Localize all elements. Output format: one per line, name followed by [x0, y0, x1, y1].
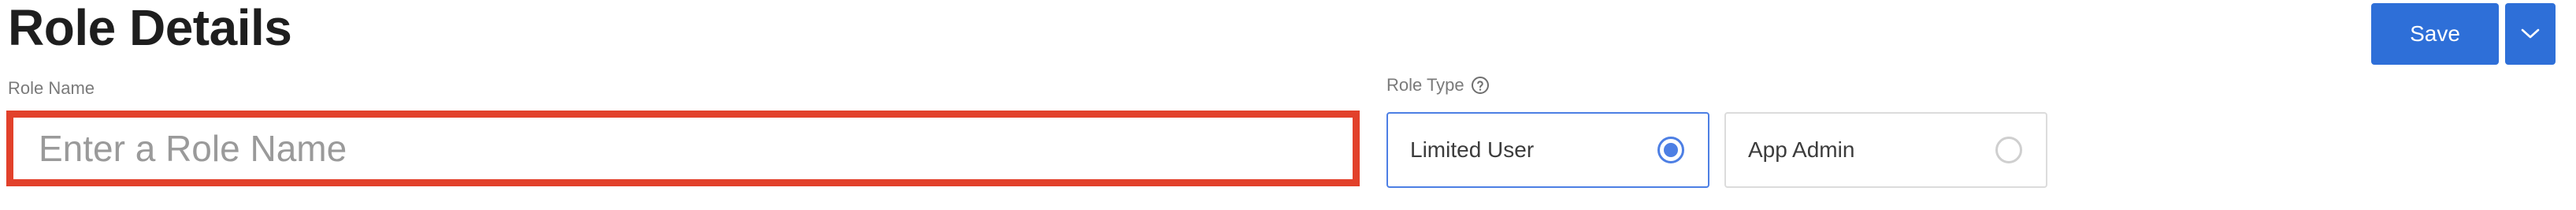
option-label: Limited User [1410, 137, 1535, 162]
role-name-label: Role Name [8, 78, 95, 98]
role-details-form: Role Details Save Role Name Role Type Li… [0, 0, 2576, 210]
role-name-field-container [6, 111, 1360, 186]
role-type-label: Role Type [1386, 75, 1464, 95]
radio-unselected[interactable] [1995, 137, 2022, 163]
role-name-input[interactable] [13, 118, 1353, 179]
question-circle-icon[interactable] [1471, 76, 1490, 95]
role-type-label-row: Role Type [1386, 74, 1490, 96]
chevron-down-icon [2521, 28, 2540, 39]
radio-selected[interactable] [1657, 137, 1684, 163]
role-type-option-app-admin[interactable]: App Admin [1724, 112, 2047, 188]
option-label: App Admin [1748, 137, 1855, 162]
save-button[interactable]: Save [2371, 3, 2499, 65]
role-type-option-limited-user[interactable]: Limited User [1386, 112, 1709, 188]
radio-dot [1664, 143, 1678, 157]
page-title: Role Details [8, 0, 292, 56]
save-options-dropdown-button[interactable] [2505, 3, 2556, 65]
